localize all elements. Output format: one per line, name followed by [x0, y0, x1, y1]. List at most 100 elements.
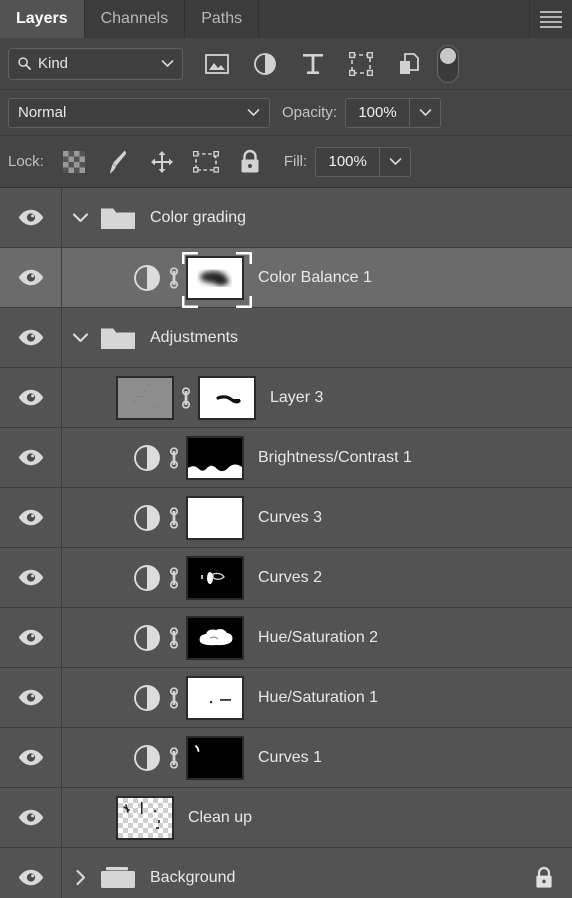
filter-kind-dropdown[interactable]: Kind [8, 47, 183, 80]
eye-icon [18, 389, 44, 406]
link-mask-icon[interactable] [162, 565, 186, 591]
layer-mask-thumbnail[interactable] [186, 555, 244, 600]
lock-all-icon[interactable] [228, 144, 272, 180]
layer-visibility-toggle[interactable] [0, 848, 62, 898]
layer-row[interactable]: Hue/Saturation 1 [0, 668, 572, 728]
layer-name: Curves 2 [258, 568, 323, 586]
tab-channels[interactable]: Channels [85, 0, 186, 38]
lock-artboard-nesting-icon[interactable] [184, 144, 228, 180]
layer-name: Hue/Saturation 2 [258, 628, 379, 646]
adjustment-layer-icon[interactable] [132, 623, 162, 653]
opacity-dropdown-arrow[interactable] [409, 97, 442, 128]
adjustment-layer-icon[interactable] [132, 683, 162, 713]
layer-row-body: Hue/Saturation 1 [62, 668, 572, 727]
layer-mask-thumbnail[interactable] [186, 435, 244, 480]
filter-type-layers-icon[interactable] [289, 44, 337, 84]
folder-icon [100, 864, 136, 891]
layer-list[interactable]: Color grading Color Balance 1 Adjustment… [0, 188, 572, 898]
filter-pixel-layers-icon[interactable] [193, 44, 241, 84]
layer-row[interactable]: Background [0, 848, 572, 898]
eye-icon [18, 809, 44, 826]
layer-visibility-toggle[interactable] [0, 608, 62, 667]
layer-row[interactable]: Brightness/Contrast 1 [0, 428, 572, 488]
layer-mask-thumbnail[interactable] [186, 735, 244, 780]
adjustment-layer-icon[interactable] [132, 743, 162, 773]
layer-mask-thumbnail[interactable] [182, 251, 252, 308]
lock-image-pixels-icon[interactable] [96, 144, 140, 180]
filter-enable-toggle[interactable] [437, 44, 459, 83]
fill-label: Fill: [283, 153, 308, 170]
layer-name: Curves 3 [258, 508, 323, 526]
lock-transparent-pixels-icon[interactable] [52, 144, 96, 180]
layer-visibility-toggle[interactable] [0, 248, 62, 307]
layer-row[interactable]: Clean up [0, 788, 572, 848]
layer-name: Color grading [150, 208, 247, 226]
layer-row[interactable]: Curves 1 [0, 728, 572, 788]
link-mask-icon[interactable] [162, 445, 186, 471]
layer-row[interactable]: Color grading [0, 188, 572, 248]
link-mask-icon[interactable] [174, 385, 198, 411]
layer-row-body: Curves 3 [62, 488, 572, 547]
layer-visibility-toggle[interactable] [0, 668, 62, 727]
filter-adjustment-layers-icon[interactable] [241, 44, 289, 84]
layer-row[interactable]: Curves 2 [0, 548, 572, 608]
blend-mode-value: Normal [18, 104, 67, 121]
layer-thumbnail[interactable] [116, 375, 174, 420]
layer-mask-thumbnail[interactable] [186, 675, 244, 720]
layer-row-body: Color Balance 1 [62, 248, 572, 308]
filter-kind-label: Kind [38, 55, 69, 72]
link-mask-icon[interactable] [162, 265, 186, 291]
layer-visibility-toggle[interactable] [0, 788, 62, 847]
tab-paths[interactable]: Paths [185, 0, 260, 38]
layer-visibility-toggle[interactable] [0, 728, 62, 787]
group-collapse-icon[interactable] [70, 212, 90, 223]
layer-visibility-toggle[interactable] [0, 548, 62, 607]
blend-mode-dropdown[interactable]: Normal [8, 97, 270, 128]
eye-icon [18, 569, 44, 586]
layer-mask-thumbnail[interactable] [198, 375, 256, 420]
adjustment-layer-icon[interactable] [132, 263, 162, 293]
layer-visibility-toggle[interactable] [0, 308, 62, 367]
group-collapse-icon[interactable] [70, 332, 90, 343]
filter-row: Kind [0, 38, 572, 90]
link-mask-icon[interactable] [162, 685, 186, 711]
link-mask-icon[interactable] [162, 745, 186, 771]
layer-visibility-toggle[interactable] [0, 428, 62, 487]
layer-row[interactable]: Layer 3 [0, 368, 572, 428]
group-expand-icon[interactable] [70, 869, 90, 886]
lock-position-icon[interactable] [140, 144, 184, 180]
opacity-field[interactable]: 100% [345, 97, 442, 128]
tab-layers[interactable]: Layers [0, 0, 85, 38]
layer-visibility-toggle[interactable] [0, 488, 62, 547]
layer-row[interactable]: Curves 3 [0, 488, 572, 548]
link-mask-icon[interactable] [162, 505, 186, 531]
lock-icons [52, 144, 272, 180]
eye-icon [18, 749, 44, 766]
fill-value[interactable]: 100% [315, 146, 380, 177]
adjustment-layer-icon[interactable] [132, 503, 162, 533]
layer-row-body: Color grading [62, 188, 572, 247]
panel-menu-icon[interactable] [530, 0, 572, 38]
filter-type-icons [193, 44, 459, 84]
filter-shape-layers-icon[interactable] [337, 44, 385, 84]
layer-row[interactable]: Adjustments [0, 308, 572, 368]
fill-dropdown-arrow[interactable] [379, 146, 412, 177]
layer-name: Curves 1 [258, 748, 323, 766]
layer-name: Background [150, 868, 236, 886]
fill-field[interactable]: 100% [315, 146, 412, 177]
layer-name: Layer 3 [270, 388, 324, 406]
adjustment-layer-icon[interactable] [132, 443, 162, 473]
filter-smart-object-icon[interactable] [385, 44, 433, 84]
layer-row[interactable]: Color Balance 1 [0, 248, 572, 308]
opacity-value[interactable]: 100% [345, 97, 410, 128]
layer-visibility-toggle[interactable] [0, 368, 62, 427]
layer-row[interactable]: Hue/Saturation 2 [0, 608, 572, 668]
folder-icon [100, 204, 136, 231]
layer-mask-thumbnail[interactable] [186, 615, 244, 660]
layer-thumbnail[interactable] [116, 795, 174, 840]
adjustment-layer-icon[interactable] [132, 563, 162, 593]
link-mask-icon[interactable] [162, 625, 186, 651]
layer-visibility-toggle[interactable] [0, 188, 62, 247]
layer-mask-thumbnail[interactable] [186, 495, 244, 540]
eye-icon [18, 689, 44, 706]
